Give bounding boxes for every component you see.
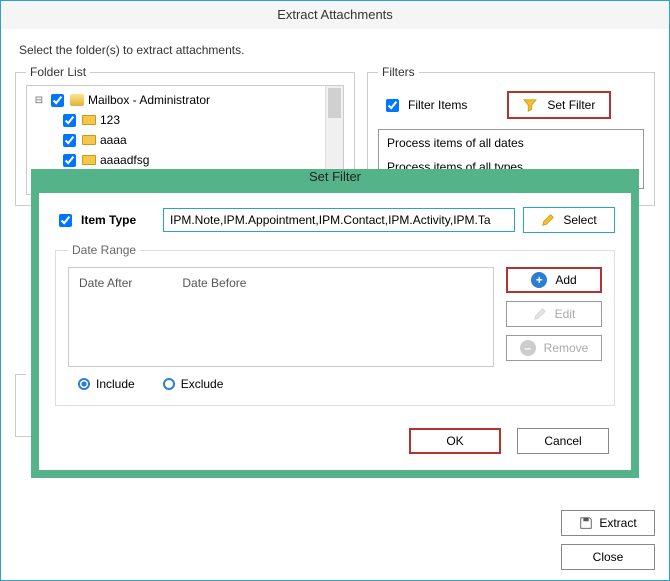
minus-icon: – — [520, 340, 536, 356]
date-before-header: Date Before — [182, 276, 246, 290]
pencil-icon — [533, 307, 547, 321]
pencil-icon — [541, 213, 555, 227]
filters-legend: Filters — [378, 65, 419, 79]
include-radio[interactable]: Include — [78, 377, 135, 391]
include-label: Include — [96, 377, 135, 391]
folder-checkbox[interactable] — [63, 114, 76, 127]
item-type-input[interactable] — [163, 208, 515, 232]
edit-button[interactable]: Edit — [506, 301, 602, 327]
radio-icon — [78, 378, 90, 390]
intro-text: Select the folder(s) to extract attachme… — [19, 43, 655, 57]
set-filter-button[interactable]: Set Filter — [507, 91, 611, 119]
filter-items-label: Filter Items — [408, 98, 467, 112]
ok-button-label: OK — [446, 434, 463, 448]
edit-button-label: Edit — [555, 307, 576, 321]
save-icon — [579, 516, 593, 530]
radio-icon — [163, 378, 175, 390]
date-after-header: Date After — [79, 276, 132, 290]
extract-attachments-window: Extract Attachments Select the folder(s)… — [0, 0, 670, 581]
funnel-icon — [523, 98, 537, 112]
set-filter-label: Set Filter — [547, 98, 595, 112]
tree-root-label[interactable]: Mailbox - Administrator — [88, 93, 210, 107]
tree-item-label[interactable]: 123 — [100, 113, 120, 127]
add-button-label: Add — [555, 273, 576, 287]
select-button[interactable]: Select — [523, 207, 615, 233]
item-type-checkbox[interactable] — [59, 214, 72, 227]
remove-button[interactable]: – Remove — [506, 335, 602, 361]
cancel-button[interactable]: Cancel — [517, 428, 609, 454]
plus-icon: + — [531, 272, 547, 288]
date-range-list[interactable]: Date After Date Before — [68, 267, 494, 367]
root-checkbox[interactable] — [51, 94, 64, 107]
extract-button[interactable]: Extract — [561, 510, 655, 536]
tree-item-label[interactable]: aaaa — [100, 133, 127, 147]
cancel-button-label: Cancel — [544, 434, 581, 448]
date-range-group: Date Range Date After Date Before + Add — [55, 243, 615, 406]
extract-button-label: Extract — [599, 516, 636, 530]
exclude-label: Exclude — [181, 377, 224, 391]
mailbox-icon — [70, 94, 84, 106]
item-type-label: Item Type — [81, 213, 136, 227]
remove-button-label: Remove — [544, 341, 589, 355]
folder-checkbox[interactable] — [63, 134, 76, 147]
close-button-label: Close — [593, 550, 624, 564]
window-title: Extract Attachments — [1, 1, 669, 29]
date-range-legend: Date Range — [68, 243, 140, 257]
add-button[interactable]: + Add — [506, 267, 602, 293]
dialog-title: Set Filter — [39, 169, 631, 193]
folder-icon — [82, 115, 96, 125]
folder-icon — [82, 155, 96, 165]
collapse-icon[interactable]: ⊟ — [33, 95, 45, 106]
select-button-label: Select — [563, 213, 596, 227]
filter-items-checkbox[interactable]: Filter Items — [382, 96, 467, 115]
filter-items-input[interactable] — [386, 99, 399, 112]
filter-desc-line: Process items of all dates — [387, 136, 635, 150]
tree-item-label[interactable]: aaaadfsg — [100, 153, 149, 167]
folder-checkbox[interactable] — [63, 154, 76, 167]
close-button[interactable]: Close — [561, 544, 655, 570]
folder-list-legend: Folder List — [26, 65, 90, 79]
folder-icon — [82, 135, 96, 145]
exclude-radio[interactable]: Exclude — [163, 377, 224, 391]
ok-button[interactable]: OK — [409, 428, 501, 454]
set-filter-dialog: Set Filter Item Type Select Date Range — [31, 169, 639, 478]
